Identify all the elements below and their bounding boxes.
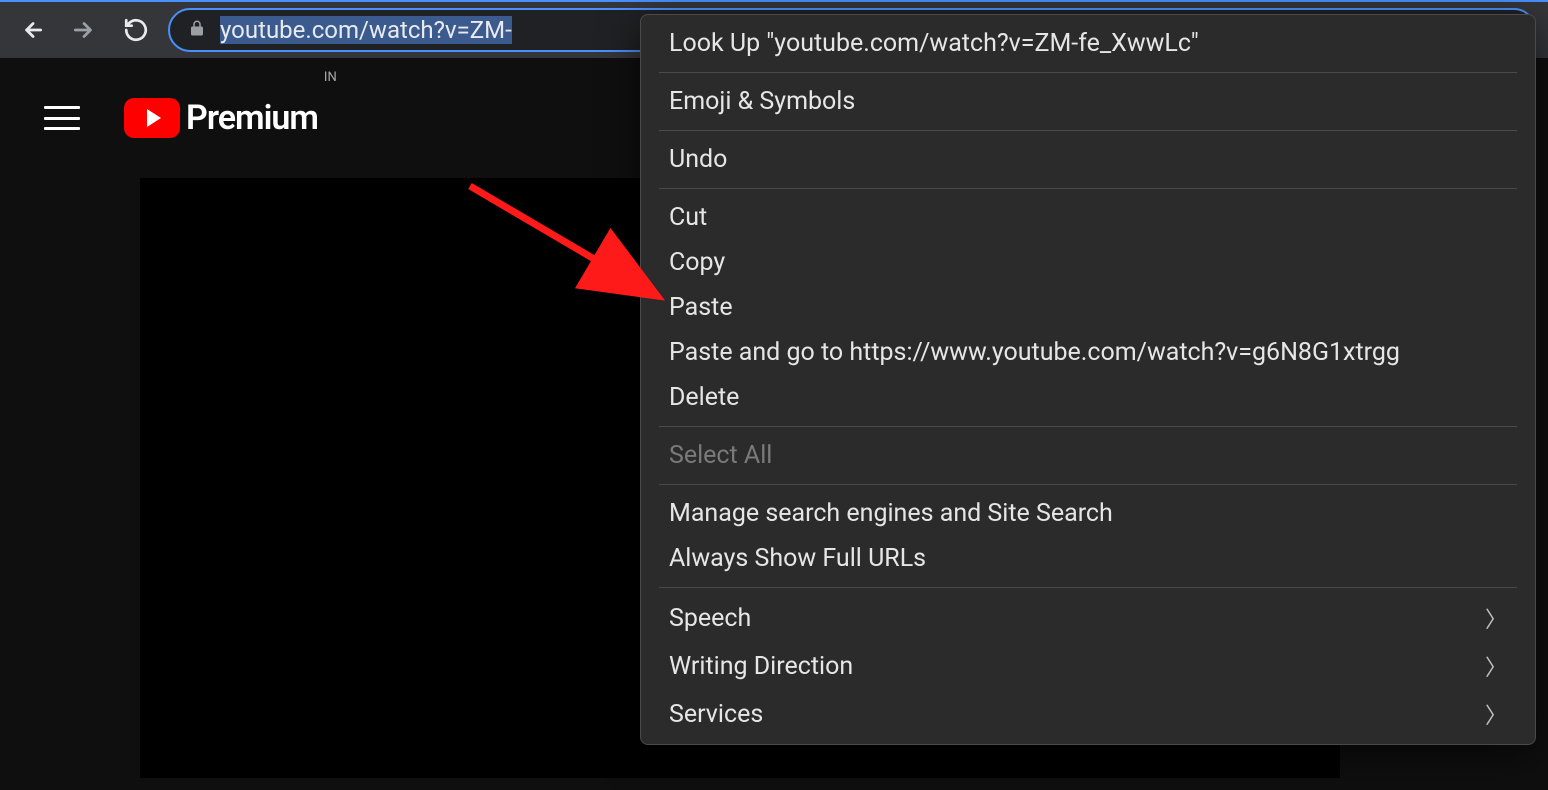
ctx-separator <box>659 188 1517 189</box>
ctx-undo[interactable]: Undo <box>641 137 1535 182</box>
hamburger-menu-button[interactable] <box>44 100 80 136</box>
ctx-select-all: Select All <box>641 433 1535 478</box>
chevron-right-icon: 〉 <box>1485 602 1507 634</box>
chevron-right-icon: 〉 <box>1485 650 1507 682</box>
ctx-delete[interactable]: Delete <box>641 375 1535 420</box>
youtube-logo[interactable]: Premium IN <box>124 98 337 138</box>
ctx-speech[interactable]: Speech〉 <box>641 594 1535 642</box>
reload-button[interactable] <box>116 10 156 50</box>
forward-button[interactable] <box>64 10 104 50</box>
ctx-separator <box>659 484 1517 485</box>
url-text[interactable]: youtube.com/watch?v=ZM- <box>220 16 512 44</box>
ctx-paste[interactable]: Paste <box>641 285 1535 330</box>
ctx-separator <box>659 587 1517 588</box>
region-badge: IN <box>324 70 337 85</box>
ctx-writing-direction[interactable]: Writing Direction〉 <box>641 642 1535 690</box>
ctx-emoji-symbols[interactable]: Emoji & Symbols <box>641 79 1535 124</box>
context-menu: Look Up "youtube.com/watch?v=ZM-fe_XwwLc… <box>640 14 1536 745</box>
youtube-brand-text: Premium <box>186 98 318 138</box>
ctx-always-show-full-urls[interactable]: Always Show Full URLs <box>641 536 1535 581</box>
ctx-separator <box>659 426 1517 427</box>
ctx-copy[interactable]: Copy <box>641 240 1535 285</box>
lock-icon <box>188 19 206 41</box>
ctx-paste-and-go[interactable]: Paste and go to https://www.youtube.com/… <box>641 330 1535 375</box>
ctx-services[interactable]: Services〉 <box>641 690 1535 738</box>
ctx-manage-search-engines[interactable]: Manage search engines and Site Search <box>641 491 1535 536</box>
back-button[interactable] <box>12 10 52 50</box>
ctx-separator <box>659 72 1517 73</box>
ctx-cut[interactable]: Cut <box>641 195 1535 240</box>
ctx-separator <box>659 130 1517 131</box>
chevron-right-icon: 〉 <box>1485 698 1507 730</box>
youtube-play-icon <box>124 98 180 138</box>
ctx-lookup[interactable]: Look Up "youtube.com/watch?v=ZM-fe_XwwLc… <box>641 21 1535 66</box>
